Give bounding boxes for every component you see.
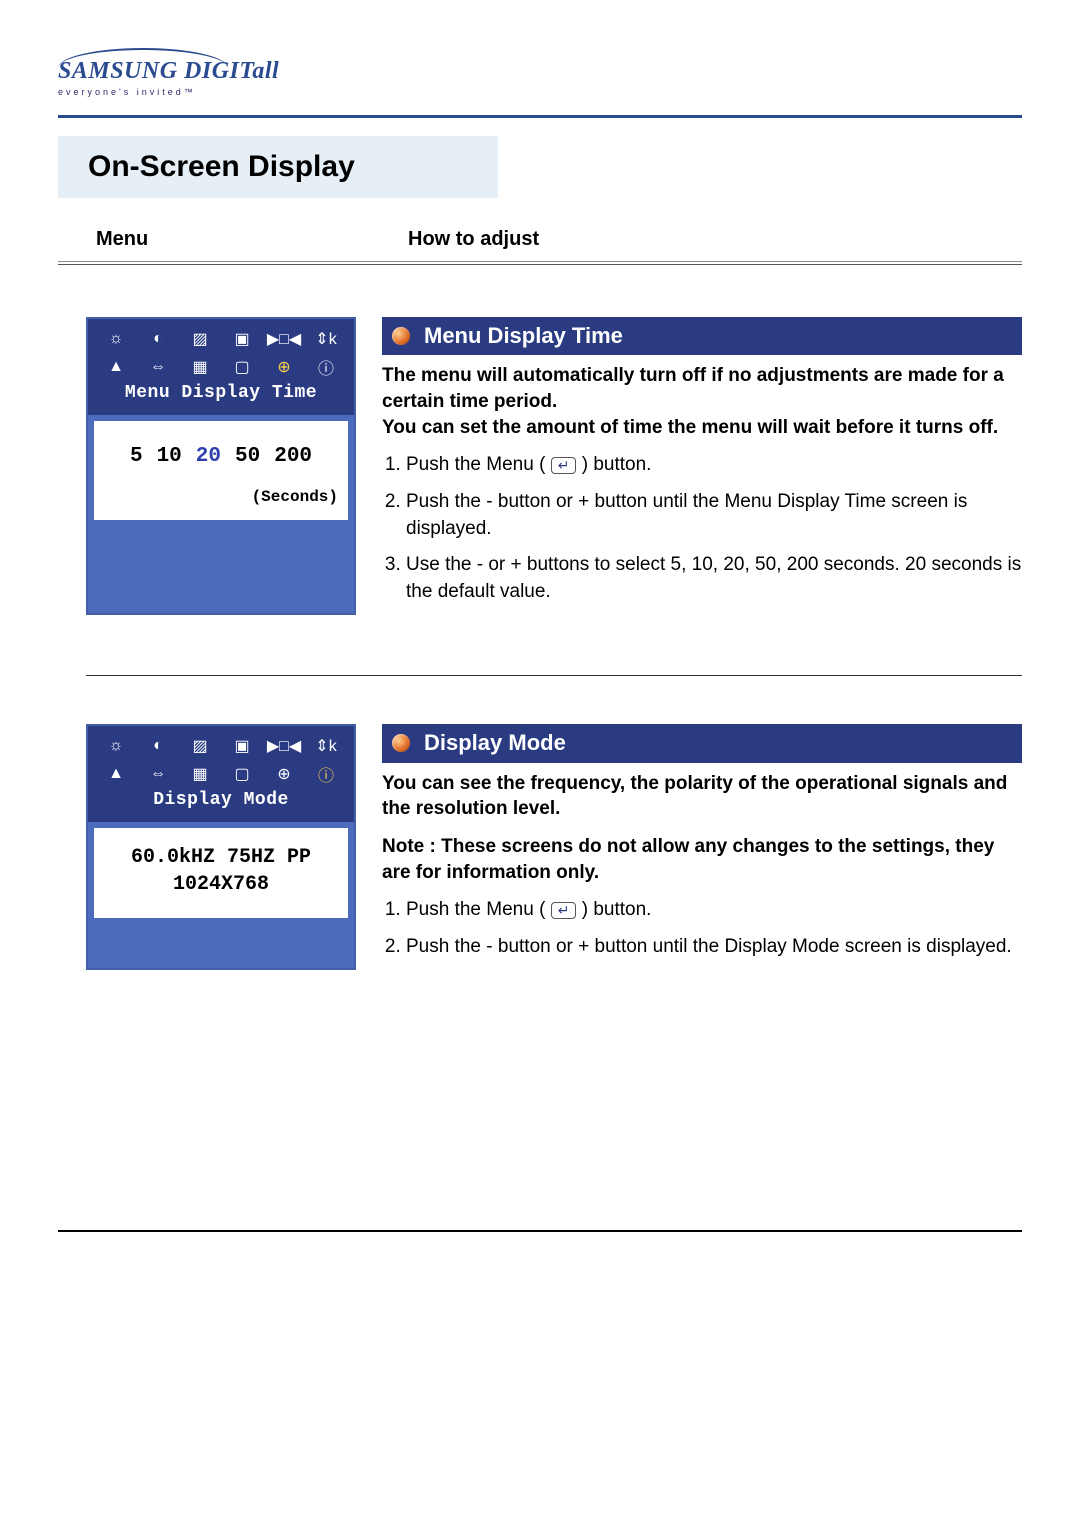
page-title-band: On-Screen Display: [58, 136, 1022, 198]
vposition-icon: ⇕k: [306, 325, 346, 353]
step-text-post: ) button.: [582, 454, 652, 475]
menu-button-icon: ↵: [551, 457, 577, 474]
time-value-selected: 20: [196, 445, 221, 468]
osd-mode-line2: 1024X768: [104, 869, 338, 896]
section-heading-bar: Display Mode: [382, 724, 1022, 762]
osd-screenshot-display-mode: ☼ ◐ ▨ ▣ ▶□◀ ⇕k ▲ ⇔ ▦ ▢ ⊕ ⓘ Display Mode …: [86, 724, 356, 970]
contrast-icon: ◐: [138, 732, 178, 760]
brightness-icon: ☼: [96, 732, 136, 760]
bullet-icon: [392, 327, 410, 345]
degauss-icon: ⇔: [138, 760, 178, 788]
degauss-icon: ⇔: [138, 353, 178, 381]
bottom-rule: [58, 1230, 1022, 1232]
column-headers: Menu How to adjust: [58, 228, 1022, 262]
col-header-menu: Menu: [58, 228, 348, 251]
section-intro: The menu will automatically turn off if …: [382, 363, 1022, 440]
hposition-icon: ▶□◀: [264, 325, 304, 353]
menu-time-icon: ⊕: [264, 760, 304, 788]
osd-icon-grid: ☼ ◐ ▨ ▣ ▶□◀ ⇕k ▲ ⇔ ▦ ▢ ⊕ ⓘ: [96, 325, 346, 381]
step-item: Push the - button or + button until the …: [406, 934, 1022, 961]
color-icon: ▦: [180, 760, 220, 788]
size-icon: ▣: [222, 325, 262, 353]
step-item: Push the Menu ( ↵ ) button.: [406, 897, 1022, 924]
time-value: 10: [157, 445, 182, 468]
section-heading: Display Mode: [424, 730, 566, 755]
geometry-icon: ▲: [96, 353, 136, 381]
section-display-mode: ☼ ◐ ▨ ▣ ▶□◀ ⇕k ▲ ⇔ ▦ ▢ ⊕ ⓘ Display Mode …: [58, 724, 1022, 970]
step-text-pre: Push the Menu (: [406, 454, 545, 475]
instruction-steps: Push the Menu ( ↵ ) button. Push the - b…: [382, 897, 1022, 960]
page-title: On-Screen Display: [58, 136, 498, 198]
language-icon: ▢: [222, 353, 262, 381]
section-heading: Menu Display Time: [424, 323, 623, 348]
top-rule: [58, 115, 1022, 118]
header-double-rule: [58, 264, 1022, 269]
osd-screenshot-menu-display-time: ☼ ◐ ▨ ▣ ▶□◀ ⇕k ▲ ⇔ ▦ ▢ ⊕ ⓘ Menu Display …: [86, 317, 356, 615]
section-intro: You can see the frequency, the polarity …: [382, 771, 1022, 822]
time-value: 5: [130, 445, 143, 468]
geometry-icon: ▲: [96, 760, 136, 788]
step-text-post: ) button.: [582, 899, 652, 920]
osd-title: Menu Display Time: [96, 381, 346, 409]
language-icon: ▢: [222, 760, 262, 788]
brand-logo: SAMSUNG DIGITall everyone's invited™: [58, 48, 1022, 97]
color-icon: ▦: [180, 353, 220, 381]
section-divider: [86, 675, 1022, 676]
contrast-icon: ◐: [138, 325, 178, 353]
osd-time-values: 5 10 20 50 200: [104, 431, 338, 468]
bullet-icon: [392, 734, 410, 752]
vposition-icon: ⇕k: [306, 732, 346, 760]
time-value: 200: [274, 445, 312, 468]
trapezoid-icon: ▨: [180, 325, 220, 353]
info-icon: ⓘ: [306, 353, 346, 381]
info-icon: ⓘ: [306, 760, 346, 788]
brightness-icon: ☼: [96, 325, 136, 353]
osd-unit-label: (Seconds): [104, 488, 338, 506]
osd-icon-grid: ☼ ◐ ▨ ▣ ▶□◀ ⇕k ▲ ⇔ ▦ ▢ ⊕ ⓘ: [96, 732, 346, 788]
step-item: Push the Menu ( ↵ ) button.: [406, 452, 1022, 479]
time-value: 50: [235, 445, 260, 468]
brand-tagline: everyone's invited™: [58, 87, 1022, 97]
step-text-pre: Push the Menu (: [406, 899, 545, 920]
section-note: Note : These screens do not allow any ch…: [382, 834, 1022, 885]
instruction-steps: Push the Menu ( ↵ ) button. Push the - b…: [382, 452, 1022, 605]
osd-mode-line1: 60.0kHZ 75HZ PP: [104, 838, 338, 869]
osd-title: Display Mode: [96, 788, 346, 816]
step-item: Push the - button or + button until the …: [406, 489, 1022, 542]
menu-button-icon: ↵: [551, 902, 577, 919]
size-icon: ▣: [222, 732, 262, 760]
hposition-icon: ▶□◀: [264, 732, 304, 760]
menu-time-icon: ⊕: [264, 353, 304, 381]
section-heading-bar: Menu Display Time: [382, 317, 1022, 355]
trapezoid-icon: ▨: [180, 732, 220, 760]
col-header-how-to-adjust: How to adjust: [348, 228, 539, 251]
section-menu-display-time: ☼ ◐ ▨ ▣ ▶□◀ ⇕k ▲ ⇔ ▦ ▢ ⊕ ⓘ Menu Display …: [58, 317, 1022, 615]
step-item: Use the - or + buttons to select 5, 10, …: [406, 552, 1022, 605]
